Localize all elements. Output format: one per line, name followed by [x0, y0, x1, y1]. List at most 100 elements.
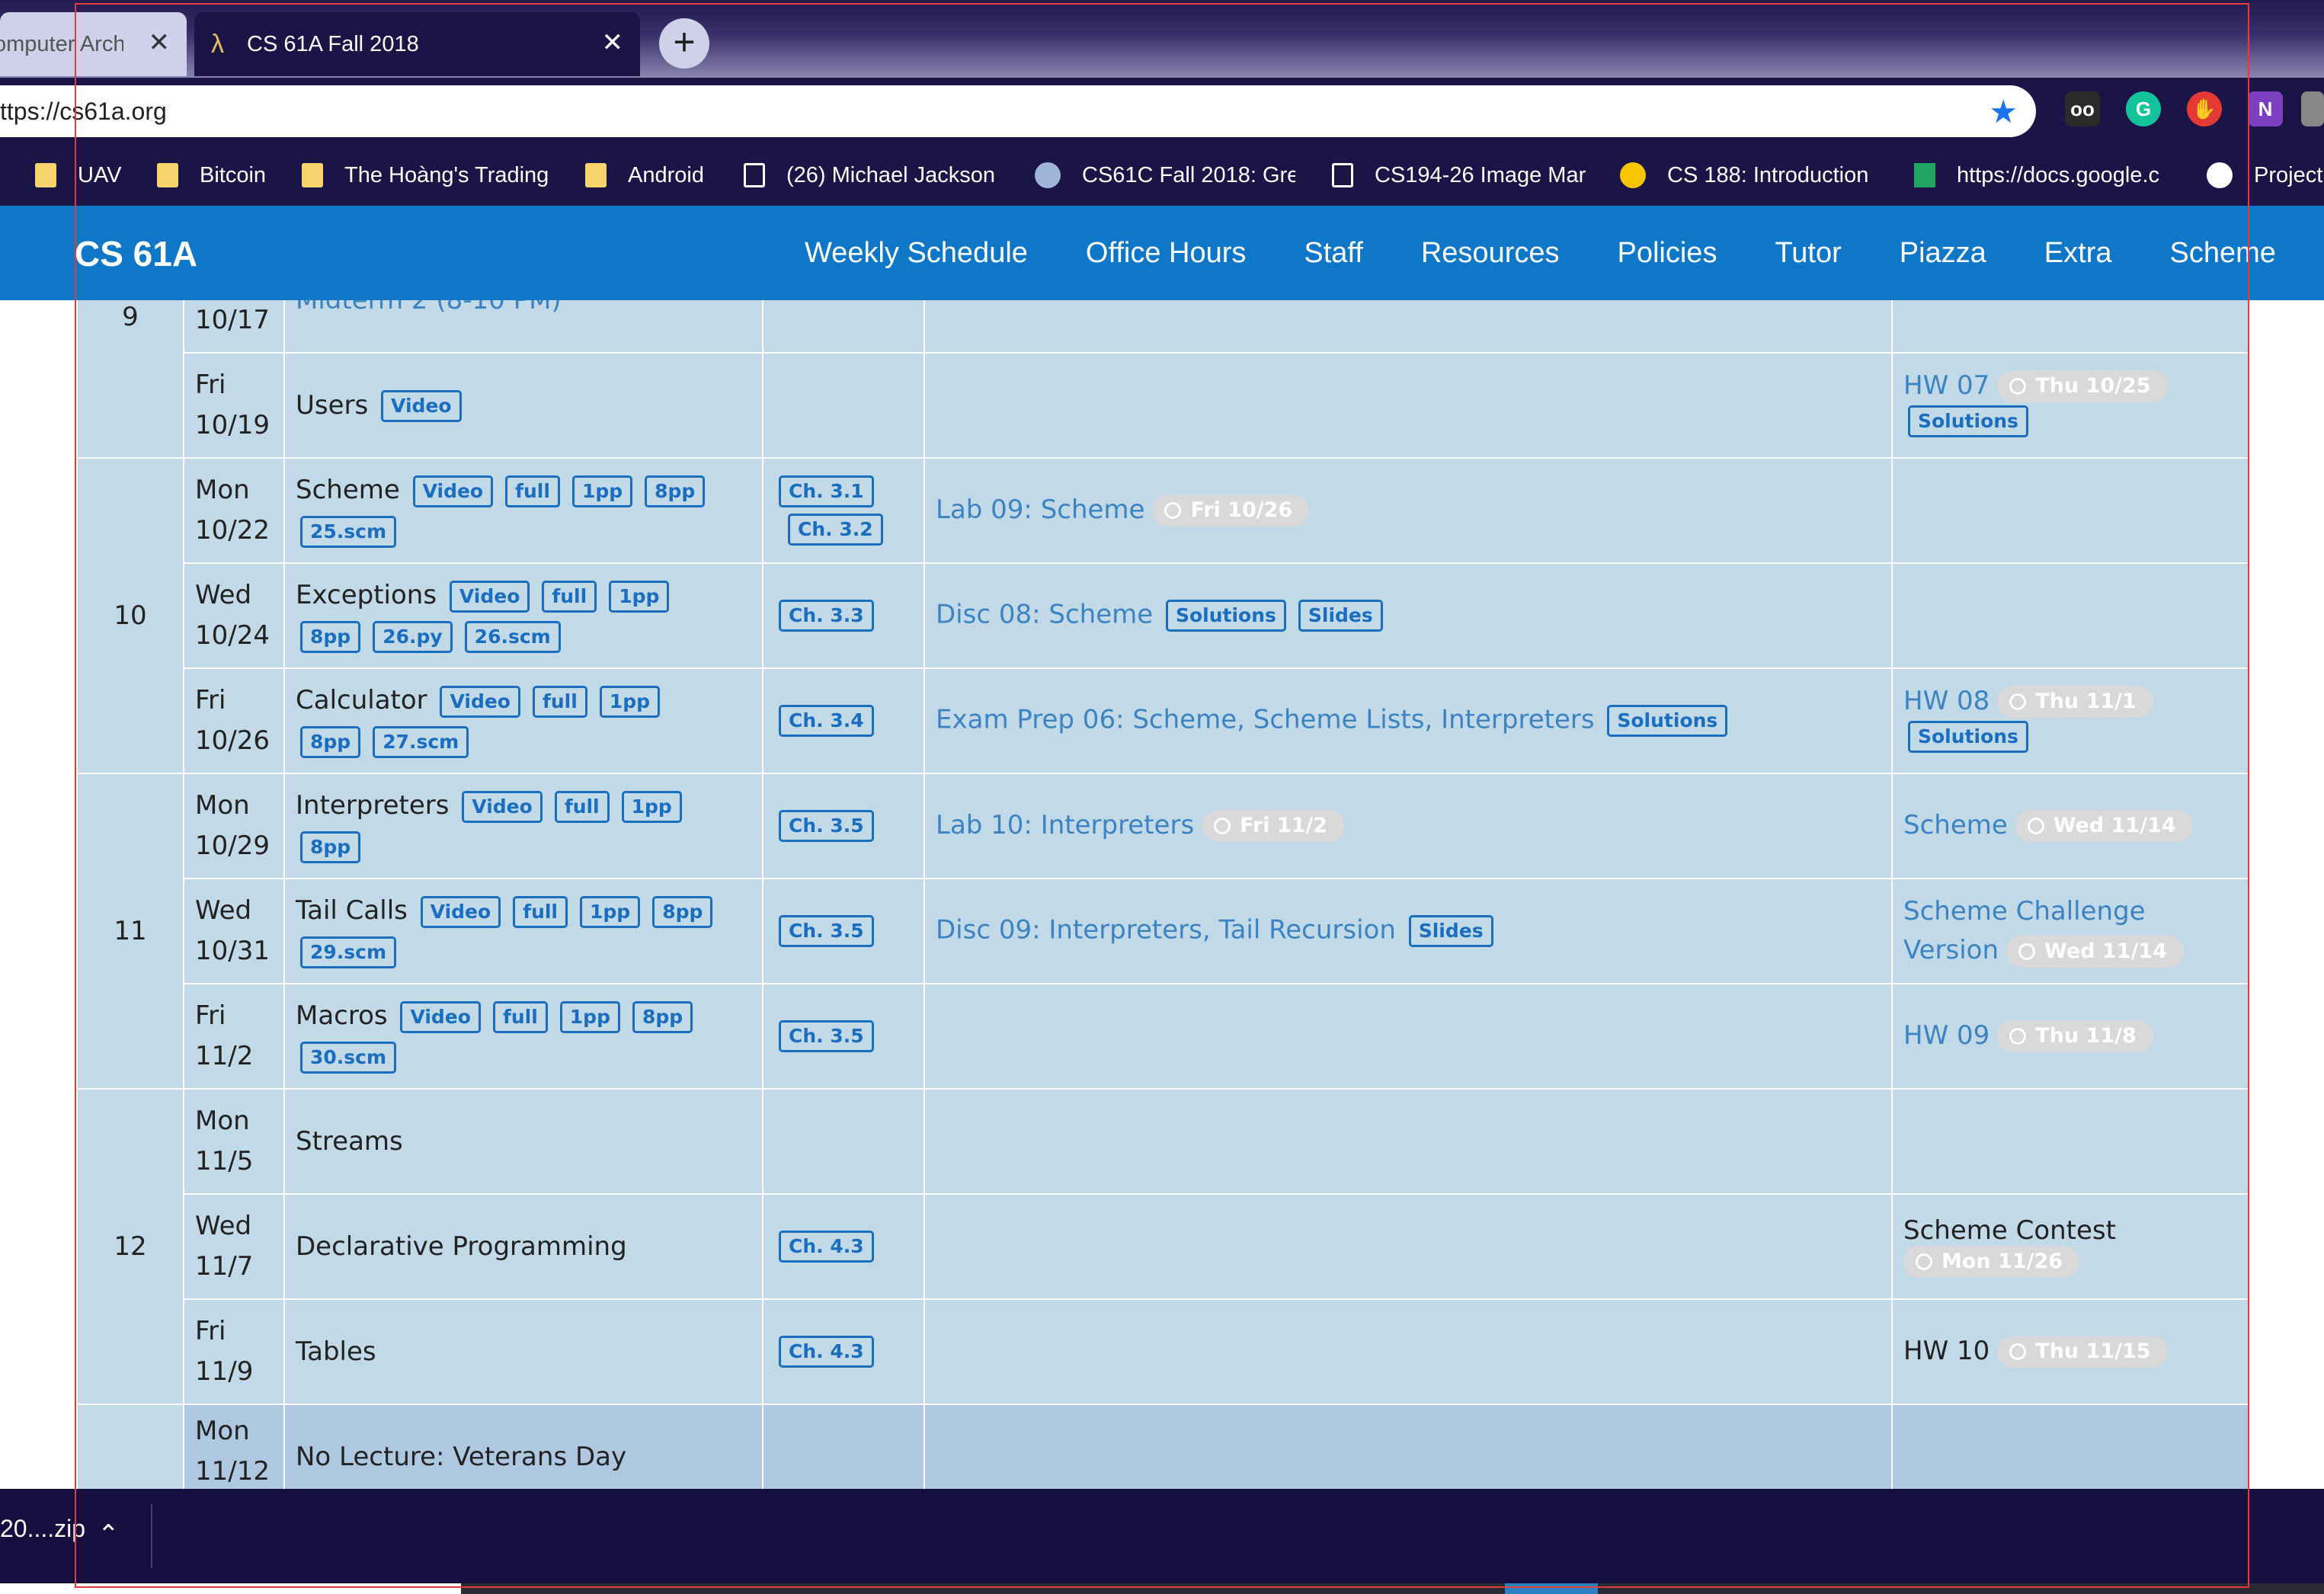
slides-8pp-tag[interactable]: 8pp [645, 475, 706, 507]
reading-tag[interactable]: Ch. 3.5 [779, 810, 874, 842]
slides-8pp-tag[interactable]: 8pp [300, 725, 361, 758]
due-badge: Wed 11/14 [2006, 935, 2184, 968]
bookmark-item[interactable]: The Hoàng's Trading [302, 145, 549, 206]
bookmark-item[interactable]: https://docs.google.c [1914, 145, 2181, 206]
code-file-tag[interactable]: 27.scm [373, 725, 469, 758]
reading-tag[interactable]: Ch. 4.3 [779, 1336, 874, 1368]
slides-8pp-tag[interactable]: 8pp [300, 831, 361, 863]
nav-piazza[interactable]: Piazza [1900, 237, 1986, 270]
code-file-tag[interactable]: 29.scm [300, 936, 397, 968]
homework-cell [1891, 562, 2249, 669]
schedule-table: 9 10/17 Midterm 2 (8-10 PM) Fri10/19 Use… [76, 300, 2249, 1489]
nav-extra[interactable]: Extra [2044, 237, 2112, 270]
reading-tag[interactable]: Ch. 3.3 [779, 600, 874, 632]
close-tab-icon[interactable]: ✕ [149, 27, 171, 58]
slides-full-tag[interactable]: full [554, 790, 610, 823]
lecture-link[interactable]: Midterm 2 (8-10 PM) [296, 300, 562, 315]
lab-cell [924, 1404, 1893, 1489]
slides-full-tag[interactable]: full [492, 1000, 548, 1033]
video-tag[interactable]: Video [440, 685, 520, 718]
slides-1pp-tag[interactable]: 1pp [621, 790, 682, 823]
adblock-extension-icon[interactable]: ✋ [2187, 91, 2222, 126]
reading-tag[interactable]: Ch. 3.1 [779, 475, 874, 507]
solutions-tag[interactable]: Solutions [1165, 600, 1286, 632]
reading-tag[interactable]: Ch. 3.5 [779, 1020, 874, 1052]
video-tag[interactable]: Video [462, 790, 543, 823]
discussion-link[interactable]: Disc 08: Scheme [936, 600, 1153, 630]
bookmark-item[interactable]: Project [2207, 145, 2324, 206]
lab-link[interactable]: Lab 10: Interpreters [936, 810, 1194, 840]
tab-active[interactable]: λ CS 61A Fall 2018 ✕ [194, 12, 640, 76]
slides-tag[interactable]: Slides [1408, 915, 1493, 947]
glasses-extension-icon[interactable]: oo [2065, 91, 2100, 126]
nav-office-hours[interactable]: Office Hours [1086, 237, 1246, 270]
slides-full-tag[interactable]: full [505, 475, 560, 507]
code-file-tag[interactable]: 30.scm [300, 1041, 397, 1074]
reading-tag[interactable]: Ch. 4.3 [779, 1231, 874, 1263]
nav-staff[interactable]: Staff [1304, 237, 1362, 270]
bookmark-item[interactable]: CS61C Fall 2018: Grea [1035, 145, 1295, 206]
new-tab-button[interactable]: + [659, 18, 709, 69]
reading-tag[interactable]: Ch. 3.5 [779, 915, 874, 947]
homework-link[interactable]: HW 07 [1903, 370, 1989, 401]
slides-1pp-tag[interactable]: 1pp [580, 895, 641, 928]
code-file-tag[interactable]: 25.scm [300, 515, 397, 548]
close-tab-icon[interactable]: ✕ [602, 27, 624, 58]
taskbar-strip [0, 1583, 2324, 1594]
nav-weekly-schedule[interactable]: Weekly Schedule [805, 237, 1028, 270]
homework-link[interactable]: HW 08 [1903, 686, 1989, 716]
extension-icon[interactable] [2301, 91, 2324, 126]
solutions-tag[interactable]: Solutions [1908, 405, 2028, 438]
nav-resources[interactable]: Resources [1421, 237, 1560, 270]
folder-icon [35, 163, 56, 187]
solutions-tag[interactable]: Solutions [1908, 721, 2028, 754]
reading-tag[interactable]: Ch. 3.4 [779, 705, 874, 737]
slides-full-tag[interactable]: full [532, 685, 587, 718]
week-number: 9 [76, 300, 184, 459]
grammarly-extension-icon[interactable]: G [2126, 91, 2161, 126]
chevron-up-icon[interactable]: ⌃ [98, 1519, 120, 1550]
address-bar[interactable]: ttps://cs61a.org ★ [0, 85, 2036, 137]
slides-8pp-tag[interactable]: 8pp [632, 1000, 693, 1033]
lab-link[interactable]: Lab 09: Scheme [936, 495, 1144, 525]
bookmark-item[interactable]: (26) Michael Jackson [744, 145, 1003, 206]
site-logo[interactable]: CS 61A [75, 233, 197, 274]
video-tag[interactable]: Video [449, 580, 530, 613]
bookmark-item[interactable]: CS 188: Introduction [1620, 145, 1882, 206]
slides-8pp-tag[interactable]: 8pp [652, 895, 713, 928]
slides-1pp-tag[interactable]: 1pp [559, 1000, 620, 1033]
download-filename[interactable]: 20....zip [0, 1515, 85, 1543]
bookmark-item[interactable]: Android [585, 145, 704, 206]
slides-1pp-tag[interactable]: 1pp [609, 580, 670, 613]
video-tag[interactable]: Video [400, 1000, 481, 1033]
project-link[interactable]: Scheme [1903, 810, 2008, 840]
slides-8pp-tag[interactable]: 8pp [300, 620, 361, 653]
video-tag[interactable]: Video [412, 475, 494, 507]
discussion-link[interactable]: Disc 09: Interpreters, Tail Recursion [936, 915, 1396, 946]
code-file-tag[interactable]: 26.py [373, 620, 453, 653]
slides-1pp-tag[interactable]: 1pp [599, 685, 660, 718]
homework-link[interactable]: HW 09 [1903, 1020, 1989, 1051]
slides-full-tag[interactable]: full [513, 895, 568, 928]
slides-1pp-tag[interactable]: 1pp [571, 475, 633, 507]
slides-tag[interactable]: Slides [1298, 600, 1383, 632]
video-tag[interactable]: Video [381, 390, 462, 423]
bookmark-item[interactable]: CS194-26 Image Mar [1332, 145, 1586, 206]
slides-full-tag[interactable]: full [542, 580, 597, 613]
reading-cell [762, 1088, 925, 1195]
code-file-tag[interactable]: 26.scm [464, 620, 561, 653]
tab-inactive[interactable]: omputer Arch ✕ [0, 12, 187, 76]
week-number: 10 [76, 457, 184, 774]
exam-prep-link[interactable]: Exam Prep 06: Scheme, Scheme Lists, Inte… [936, 705, 1595, 735]
nav-scheme[interactable]: Scheme [2170, 237, 2276, 270]
bookmark-item[interactable]: Bitcoin [157, 145, 266, 206]
bookmark-star-icon[interactable]: ★ [1989, 93, 2018, 130]
video-tag[interactable]: Video [420, 895, 501, 928]
reading-tag[interactable]: Ch. 3.2 [788, 514, 883, 546]
onenote-extension-icon[interactable]: N [2248, 91, 2283, 126]
solutions-tag[interactable]: Solutions [1607, 705, 1728, 737]
nav-tutor[interactable]: Tutor [1775, 237, 1841, 270]
nav-policies[interactable]: Policies [1618, 237, 1717, 270]
bookmark-item[interactable]: UAV [35, 145, 121, 206]
homework-cell: Scheme Contest Mon 11/26 [1891, 1193, 2249, 1300]
